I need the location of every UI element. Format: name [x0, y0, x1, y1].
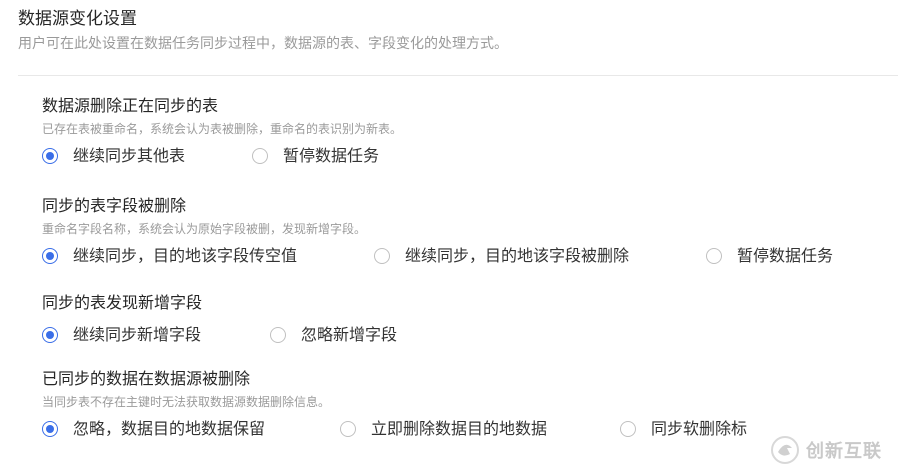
radio-checked-icon: [42, 148, 58, 164]
radio-pause-task[interactable]: 暂停数据任务: [706, 243, 833, 269]
radio-group: 继续同步新增字段 忽略新增字段: [42, 322, 397, 348]
radio-continue-delete-field[interactable]: 继续同步，目的地该字段被删除: [374, 243, 629, 269]
section-title: 数据源删除正在同步的表: [42, 96, 219, 115]
section-title: 同步的表字段被删除: [42, 196, 187, 215]
radio-label: 忽略新增字段: [301, 325, 398, 344]
radio-ignore-keep-data[interactable]: 忽略，数据目的地数据保留: [42, 416, 265, 442]
watermark-text: 创新互联: [806, 441, 882, 462]
radio-label: 立即删除数据目的地数据: [371, 419, 548, 438]
radio-label: 暂停数据任务: [283, 146, 380, 165]
radio-unchecked-icon: [620, 421, 636, 437]
radio-label: 同步软删除标: [651, 419, 748, 438]
radio-checked-icon: [42, 248, 58, 264]
radio-ignore-new-field[interactable]: 忽略新增字段: [270, 322, 397, 348]
radio-label: 暂停数据任务: [737, 246, 834, 265]
radio-checked-icon: [42, 327, 58, 343]
radio-unchecked-icon: [374, 248, 390, 264]
radio-unchecked-icon: [252, 148, 268, 164]
radio-unchecked-icon: [340, 421, 356, 437]
radio-delete-destination-data[interactable]: 立即删除数据目的地数据: [340, 416, 547, 442]
radio-unchecked-icon: [270, 327, 286, 343]
page-subtitle: 用户可在此处设置在数据任务同步过程中，数据源的表、字段变化的处理方式。: [18, 36, 508, 52]
section-description: 当同步表不存在主键时无法获取数据源数据删除信息。: [42, 395, 331, 409]
header-divider: [18, 75, 898, 76]
section-field-deleted: 同步的表字段被删除 重命名字段名称，系统会认为原始字段被删，发现新增字段。 继续…: [42, 195, 833, 269]
radio-label: 继续同步，目的地该字段被删除: [405, 246, 630, 265]
radio-label: 继续同步新增字段: [73, 325, 202, 344]
brand-logo-icon: [771, 436, 799, 464]
radio-continue-new-field[interactable]: 继续同步新增字段: [42, 322, 201, 348]
radio-continue-other-tables[interactable]: 继续同步其他表: [42, 143, 185, 169]
radio-pause-task[interactable]: 暂停数据任务: [252, 143, 379, 169]
radio-sync-soft-delete[interactable]: 同步软删除标: [620, 416, 747, 442]
radio-label: 忽略，数据目的地数据保留: [73, 419, 266, 438]
section-title: 同步的表发现新增字段: [42, 293, 203, 312]
section-description: 已存在表被重命名，系统会认为表被删除，重命名的表识别为新表。: [42, 122, 403, 136]
radio-label: 继续同步，目的地该字段传空值: [73, 246, 298, 265]
section-data-deleted: 已同步的数据在数据源被删除 当同步表不存在主键时无法获取数据源数据删除信息。 忽…: [42, 368, 747, 442]
radio-continue-null-value[interactable]: 继续同步，目的地该字段传空值: [42, 243, 297, 269]
watermark: 创新互联: [766, 433, 888, 467]
radio-checked-icon: [42, 421, 58, 437]
section-table-deleted: 数据源删除正在同步的表 已存在表被重命名，系统会认为表被删除，重命名的表识别为新…: [42, 95, 402, 169]
section-title: 已同步的数据在数据源被删除: [42, 369, 251, 388]
section-description: 重命名字段名称，系统会认为原始字段被删，发现新增字段。: [42, 222, 367, 236]
page-header: 数据源变化设置 用户可在此处设置在数据任务同步过程中，数据源的表、字段变化的处理…: [18, 8, 508, 54]
radio-group: 继续同步其他表 暂停数据任务: [42, 143, 402, 169]
section-new-field: 同步的表发现新增字段 继续同步新增字段 忽略新增字段: [42, 292, 397, 348]
radio-label: 继续同步其他表: [73, 146, 186, 165]
page-title: 数据源变化设置: [18, 9, 137, 29]
radio-group: 继续同步，目的地该字段传空值 继续同步，目的地该字段被删除 暂停数据任务: [42, 243, 833, 269]
radio-unchecked-icon: [706, 248, 722, 264]
radio-group: 忽略，数据目的地数据保留 立即删除数据目的地数据 同步软删除标: [42, 416, 747, 442]
